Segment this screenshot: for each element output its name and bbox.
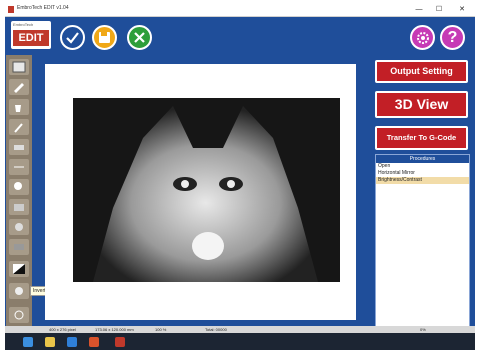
line-icon bbox=[14, 166, 24, 168]
title-bar: EmbroTech EDIT v1.04 — ☐ ✕ bbox=[5, 4, 475, 17]
check-icon bbox=[66, 32, 79, 44]
status-zoom: 100 % bbox=[155, 327, 167, 332]
stamp-icon bbox=[14, 204, 24, 211]
gear-icon bbox=[416, 31, 429, 44]
app-logo: EmbroTech EDIT bbox=[11, 21, 51, 49]
blur-icon bbox=[15, 287, 23, 295]
pen-icon bbox=[14, 83, 24, 93]
status-percent: 0% bbox=[420, 327, 426, 332]
transfer-gcode-button[interactable]: Transfer To G-Code bbox=[375, 126, 468, 150]
wolf-photo bbox=[73, 98, 340, 282]
edit-taskbar-icon[interactable] bbox=[115, 337, 125, 347]
eraser-tool[interactable] bbox=[9, 139, 29, 155]
invert-icon bbox=[13, 264, 25, 274]
invert-tool[interactable] bbox=[9, 261, 29, 277]
line-tool[interactable] bbox=[9, 159, 29, 175]
eraser-icon bbox=[14, 145, 24, 150]
shape-icon bbox=[15, 223, 23, 231]
status-bar: 400 x 276 pixel 173.06 x 120.000 mm 100 … bbox=[5, 326, 475, 333]
help-icon: ? bbox=[447, 28, 458, 46]
pen-tool[interactable] bbox=[9, 79, 29, 95]
taskbar bbox=[5, 333, 475, 350]
apply-button[interactable] bbox=[60, 25, 85, 50]
rotate-tool[interactable] bbox=[9, 307, 29, 323]
app-taskbar-icon[interactable] bbox=[89, 337, 99, 347]
shape-tool[interactable] bbox=[9, 219, 29, 235]
cancel-button[interactable] bbox=[127, 25, 152, 50]
adjust-tool[interactable] bbox=[9, 239, 29, 255]
output-setting-button[interactable]: Output Setting bbox=[375, 60, 468, 83]
zoom-tool[interactable] bbox=[9, 179, 29, 195]
settings-button[interactable] bbox=[410, 25, 435, 50]
wolf-image bbox=[73, 98, 340, 282]
status-extra: Total: 00000 bbox=[205, 327, 227, 332]
brush-tool[interactable] bbox=[9, 119, 29, 135]
close-window-button[interactable]: ✕ bbox=[453, 4, 471, 16]
save-button[interactable] bbox=[92, 25, 117, 50]
browser-icon[interactable] bbox=[67, 337, 77, 347]
close-icon bbox=[134, 32, 145, 43]
rotate-icon bbox=[14, 310, 24, 320]
bucket-icon bbox=[15, 105, 21, 112]
procedures-header: Procedures bbox=[376, 155, 469, 163]
magnifier-icon bbox=[14, 182, 22, 190]
app-icon bbox=[8, 6, 14, 13]
adjust-icon bbox=[14, 244, 24, 250]
3d-view-button[interactable]: 3D View bbox=[375, 91, 468, 118]
grid-icon bbox=[12, 61, 26, 73]
blur-tool[interactable] bbox=[9, 283, 29, 299]
help-button[interactable]: ? bbox=[440, 25, 465, 50]
logo-brand: EmbroTech bbox=[13, 22, 34, 27]
select-tool[interactable] bbox=[9, 59, 29, 75]
minimize-button[interactable]: — bbox=[410, 4, 428, 16]
window-title: EmbroTech EDIT v1.04 bbox=[17, 5, 69, 11]
procedures-list: Procedures Open Horizontal Mirror Bright… bbox=[375, 154, 470, 328]
fill-tool[interactable] bbox=[9, 99, 29, 115]
list-item[interactable]: Open bbox=[376, 163, 469, 170]
status-size-mm: 173.06 x 120.000 mm bbox=[95, 327, 134, 332]
status-size-px: 400 x 276 pixel bbox=[49, 327, 76, 332]
start-icon[interactable] bbox=[23, 337, 33, 347]
list-item-selected[interactable]: Brightness/Contrast bbox=[376, 177, 469, 184]
maximize-button[interactable]: ☐ bbox=[430, 4, 448, 16]
explorer-icon[interactable] bbox=[45, 337, 55, 347]
main-toolbar: EmbroTech EDIT ? bbox=[5, 17, 475, 57]
logo-edit: EDIT bbox=[13, 30, 49, 46]
brush-icon bbox=[14, 123, 23, 133]
list-item[interactable]: Horizontal Mirror bbox=[376, 170, 469, 177]
stamp-tool[interactable] bbox=[9, 199, 29, 215]
left-toolbar bbox=[6, 55, 32, 331]
save-icon bbox=[99, 32, 110, 43]
